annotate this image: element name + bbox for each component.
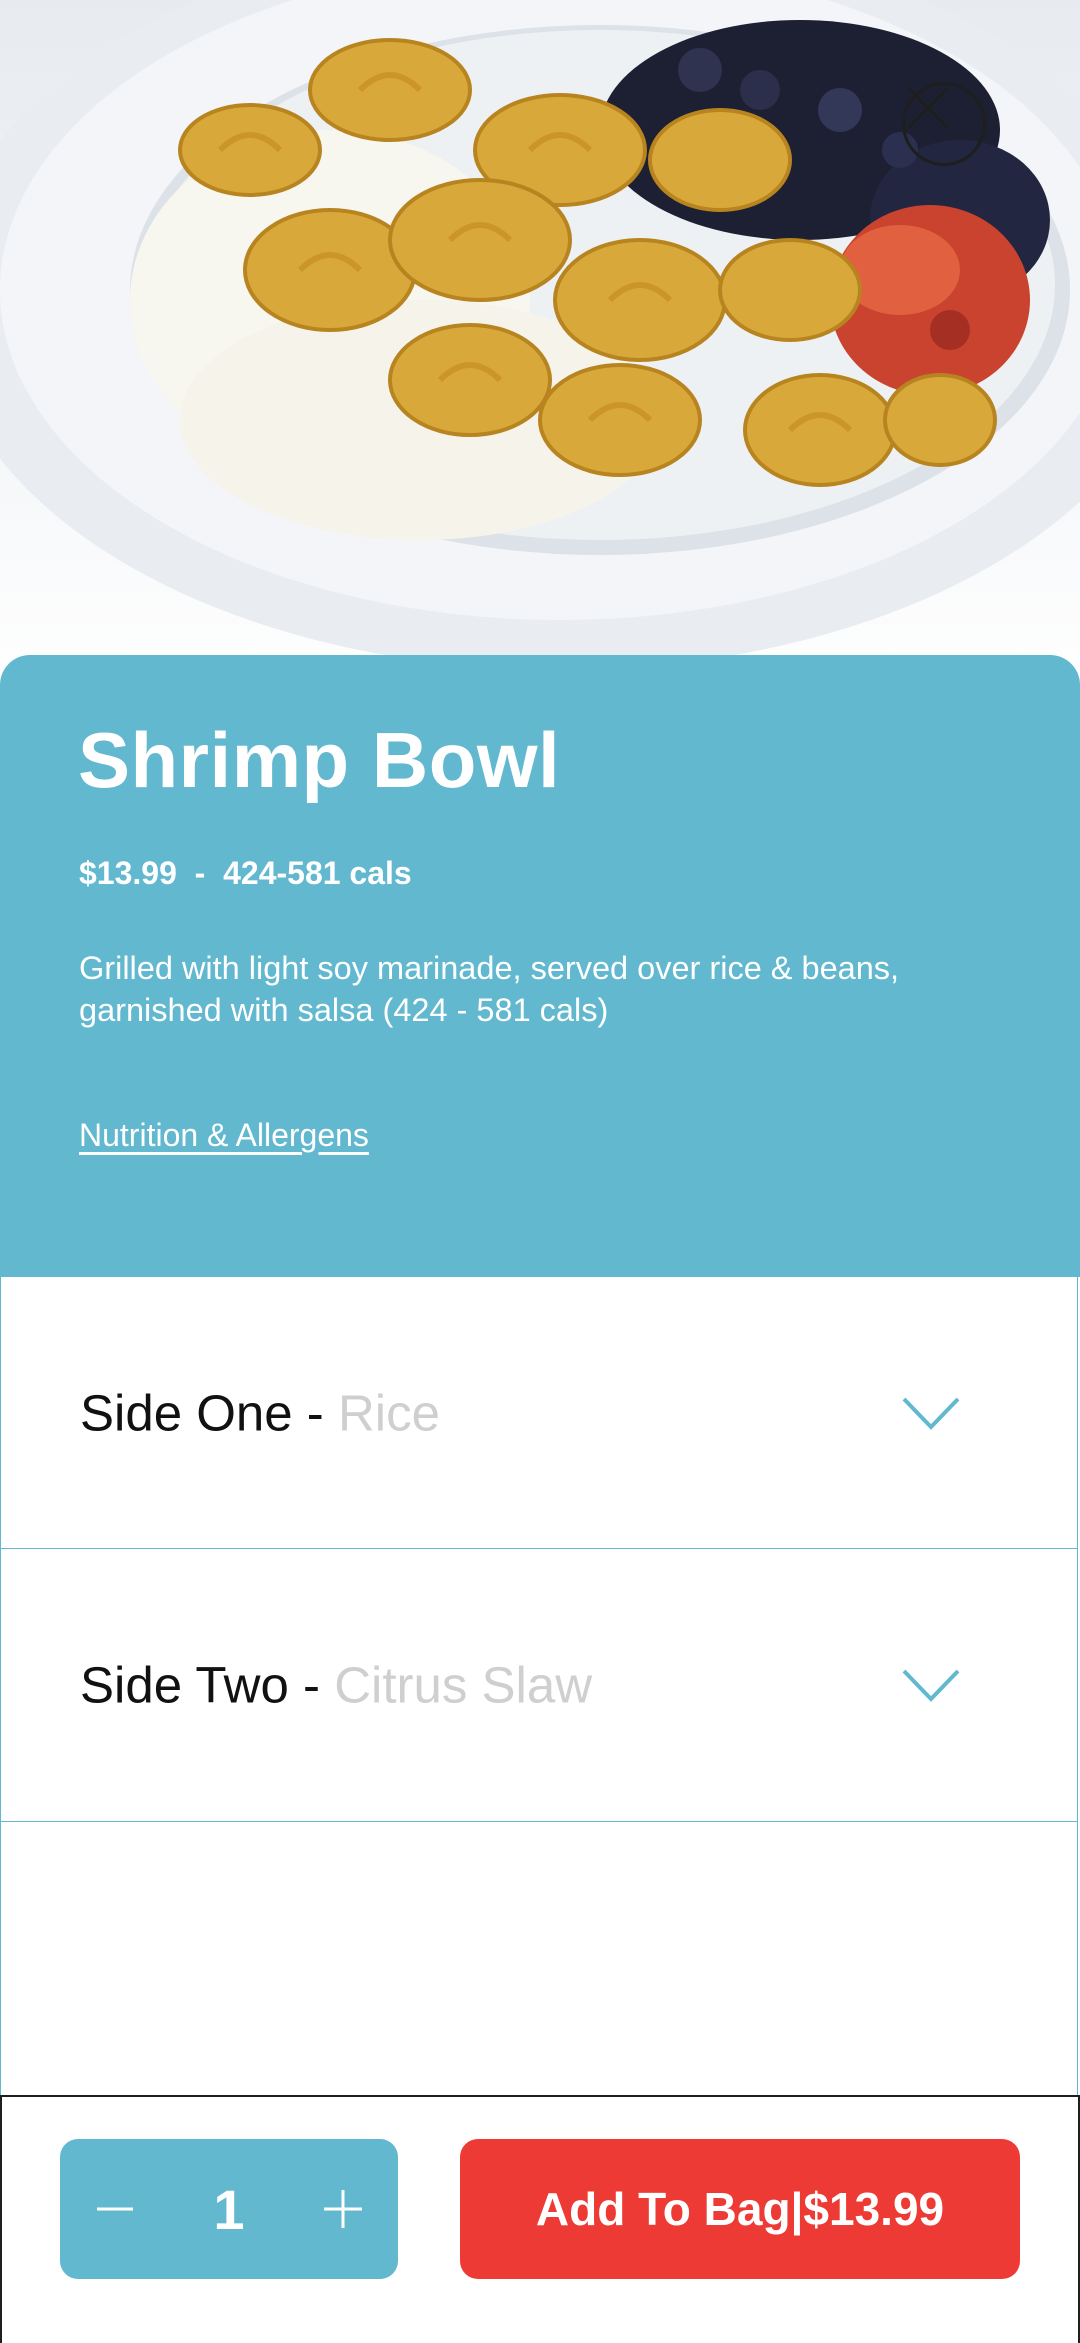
item-info-panel: Shrimp Bowl $13.99 - 424-581 cals Grille… <box>0 655 1080 1277</box>
increase-quantity-button[interactable] <box>288 2139 398 2279</box>
chevron-down-icon <box>902 1397 960 1430</box>
add-to-bag-button[interactable]: Add To Bag | $13.99 <box>460 2139 1020 2279</box>
side-one-selector[interactable]: Side One - Rice <box>0 1277 1078 1549</box>
price-calories-line: $13.99 - 424-581 cals <box>79 855 412 892</box>
side-two-label: Side Two - Citrus Slaw <box>80 1656 592 1715</box>
meta-separator: - <box>194 855 206 891</box>
close-icon <box>907 87 949 129</box>
order-footer: 1 Add To Bag | $13.99 <box>0 2095 1080 2343</box>
item-description: Grilled with light soy marinade, served … <box>79 950 900 1028</box>
close-button[interactable] <box>902 82 986 166</box>
hero-image <box>0 0 1080 700</box>
empty-options-area <box>0 1822 1078 2095</box>
item-calories: 424-581 cals <box>223 855 412 891</box>
add-to-bag-price: $13.99 <box>803 2183 945 2235</box>
minus-icon <box>97 2207 133 2211</box>
side-one-label: Side One - Rice <box>80 1383 440 1442</box>
side-two-value: Citrus Slaw <box>334 1656 593 1714</box>
plus-icon <box>324 2190 362 2228</box>
item-price: $13.99 <box>79 855 177 891</box>
side-two-selector[interactable]: Side Two - Citrus Slaw <box>0 1549 1078 1822</box>
nutrition-allergens-link[interactable]: Nutrition & Allergens <box>79 1117 369 1154</box>
side-one-value: Rice <box>337 1384 440 1441</box>
chevron-down-icon <box>902 1669 960 1702</box>
quantity-stepper: 1 <box>60 2139 398 2279</box>
item-title: Shrimp Bowl <box>78 716 561 804</box>
side-two-title: Side Two - <box>80 1656 335 1714</box>
side-one-title: Side One - <box>80 1384 338 1441</box>
quantity-value: 1 <box>213 2177 245 2241</box>
add-to-bag-label: Add To Bag <box>535 2183 791 2235</box>
add-to-bag-divider: | <box>790 2183 804 2235</box>
decrease-quantity-button[interactable] <box>60 2139 170 2279</box>
